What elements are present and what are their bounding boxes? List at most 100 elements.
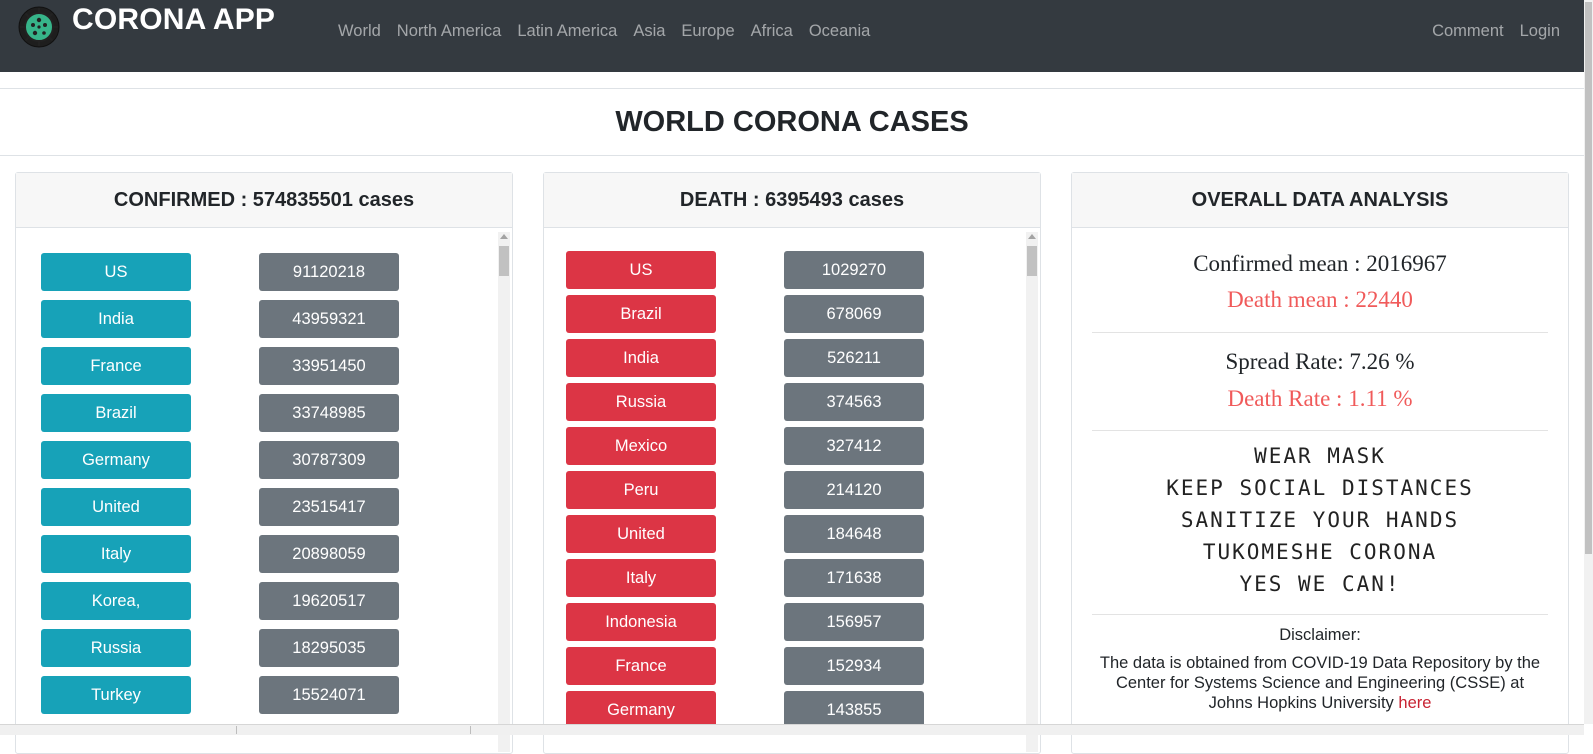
slogan-line: KEEP SOCIAL DISTANCES [1166,476,1474,500]
case-count-button[interactable]: 156957 [784,603,924,641]
page-scroll-thumb[interactable] [1585,2,1592,554]
list-item: Turkey 15524071 [16,676,416,714]
list-item: Brazil 33748985 [16,394,416,432]
disclaimer-title: Disclaimer: [1279,626,1361,644]
nav-link-asia[interactable]: Asia [633,20,665,42]
country-button[interactable]: France [566,647,716,685]
country-button[interactable]: India [566,339,716,377]
death-mean: Death mean : 22440 [1227,287,1413,312]
country-button[interactable]: United [566,515,716,553]
slogan-list: WEAR MASK KEEP SOCIAL DISTANCES SANITIZE… [1072,440,1568,600]
top-navbar: CORONA APP World North America Latin Ame… [0,0,1584,72]
analysis-header: OVERALL DATA ANALYSIS [1072,173,1568,228]
case-count-button[interactable]: 30787309 [259,441,399,479]
country-button[interactable]: Italy [566,559,716,597]
list-item: Russia 374563 [544,383,944,421]
case-count-button[interactable]: 327412 [784,427,924,465]
analysis-body: Confirmed mean : 2016967 Death mean : 22… [1072,228,1568,752]
region-nav: World North America Latin America Asia E… [338,20,886,42]
case-count-button[interactable]: 171638 [784,559,924,597]
case-count-button[interactable]: 374563 [784,383,924,421]
list-item: Germany 30787309 [16,441,416,479]
country-button[interactable]: United [41,488,191,526]
disclaimer-link[interactable]: here [1398,694,1431,712]
list-item: Russia 18295035 [16,629,416,667]
case-count-button[interactable]: 20898059 [259,535,399,573]
title-band: WORLD CORONA CASES [0,88,1584,156]
divider [236,726,237,734]
country-button[interactable]: Brazil [566,295,716,333]
case-count-button[interactable]: 152934 [784,647,924,685]
nav-link-europe[interactable]: Europe [681,20,734,42]
nav-link-oceania[interactable]: Oceania [809,20,870,42]
nav-link-comment[interactable]: Comment [1432,20,1504,42]
list-item: France 33951450 [16,347,416,385]
death-list[interactable]: US 1029270 Brazil 678069 India 526211 Ru… [544,228,1040,752]
scroll-up-arrow-icon[interactable] [1028,234,1036,239]
list-item: Italy 171638 [544,559,944,597]
brand[interactable]: CORONA APP [18,3,276,48]
case-count-button[interactable]: 43959321 [259,300,399,338]
case-count-button[interactable]: 33748985 [259,394,399,432]
death-scrollbar[interactable] [1026,232,1038,752]
scroll-thumb[interactable] [499,246,509,276]
virus-icon [18,6,60,48]
nav-link-login[interactable]: Login [1520,20,1560,42]
nav-link-africa[interactable]: Africa [751,20,793,42]
confirmed-scrollbar[interactable] [498,232,510,752]
slogan-line: SANITIZE YOUR HANDS [1180,508,1460,532]
list-item: United 23515417 [16,488,416,526]
confirmed-header: CONFIRMED : 574835501 cases [16,173,512,228]
country-button[interactable]: Italy [41,535,191,573]
country-button[interactable]: France [41,347,191,385]
divider [1092,332,1548,333]
page-scrollbar[interactable] [1584,0,1593,724]
case-count-button[interactable]: 91120218 [259,253,399,291]
list-item: India 43959321 [16,300,416,338]
country-button[interactable]: Russia [566,383,716,421]
case-count-button[interactable]: 678069 [784,295,924,333]
country-button[interactable]: US [566,251,716,289]
page-title: WORLD CORONA CASES [615,106,969,138]
disclaimer-text: The data is obtained from COVID-19 Data … [1099,654,1541,712]
country-button[interactable]: Germany [41,441,191,479]
case-count-button[interactable]: 526211 [784,339,924,377]
list-item: US 1029270 [544,251,944,289]
list-item: Brazil 678069 [544,295,944,333]
list-item: France 152934 [544,647,944,685]
list-item: India 526211 [544,339,944,377]
nav-link-world[interactable]: World [338,20,381,42]
list-item: United 184648 [544,515,944,553]
country-button[interactable]: Turkey [41,676,191,714]
scroll-thumb[interactable] [1027,246,1037,276]
death-header: DEATH : 6395493 cases [544,173,1040,228]
scroll-up-arrow-icon[interactable] [500,234,508,239]
country-button[interactable]: Indonesia [566,603,716,641]
case-count-button[interactable]: 18295035 [259,629,399,667]
country-button[interactable]: Brazil [41,394,191,432]
case-count-button[interactable]: 15524071 [259,676,399,714]
list-item: Indonesia 156957 [544,603,944,641]
case-count-button[interactable]: 23515417 [259,488,399,526]
confirmed-mean: Confirmed mean : 2016967 [1193,251,1447,276]
country-button[interactable]: US [41,253,191,291]
country-button[interactable]: Russia [41,629,191,667]
country-button[interactable]: Peru [566,471,716,509]
case-count-button[interactable]: 184648 [784,515,924,553]
country-button[interactable]: Korea, [41,582,191,620]
brand-name: CORONA APP [72,3,276,36]
death-rate: Death Rate : 1.11 % [1227,386,1413,411]
country-button[interactable]: India [41,300,191,338]
analysis-card: OVERALL DATA ANALYSIS Confirmed mean : 2… [1071,172,1569,754]
bottom-strip [0,724,1584,735]
case-count-button[interactable]: 33951450 [259,347,399,385]
country-button[interactable]: Mexico [566,427,716,465]
nav-link-latin-america[interactable]: Latin America [517,20,617,42]
case-count-button[interactable]: 214120 [784,471,924,509]
case-count-button[interactable]: 1029270 [784,251,924,289]
nav-link-north-america[interactable]: North America [397,20,502,42]
confirmed-list[interactable]: US 91120218 India 43959321 France 339514… [16,228,512,752]
death-card: DEATH : 6395493 cases US 1029270 Brazil … [543,172,1041,754]
case-count-button[interactable]: 19620517 [259,582,399,620]
divider [470,726,471,734]
